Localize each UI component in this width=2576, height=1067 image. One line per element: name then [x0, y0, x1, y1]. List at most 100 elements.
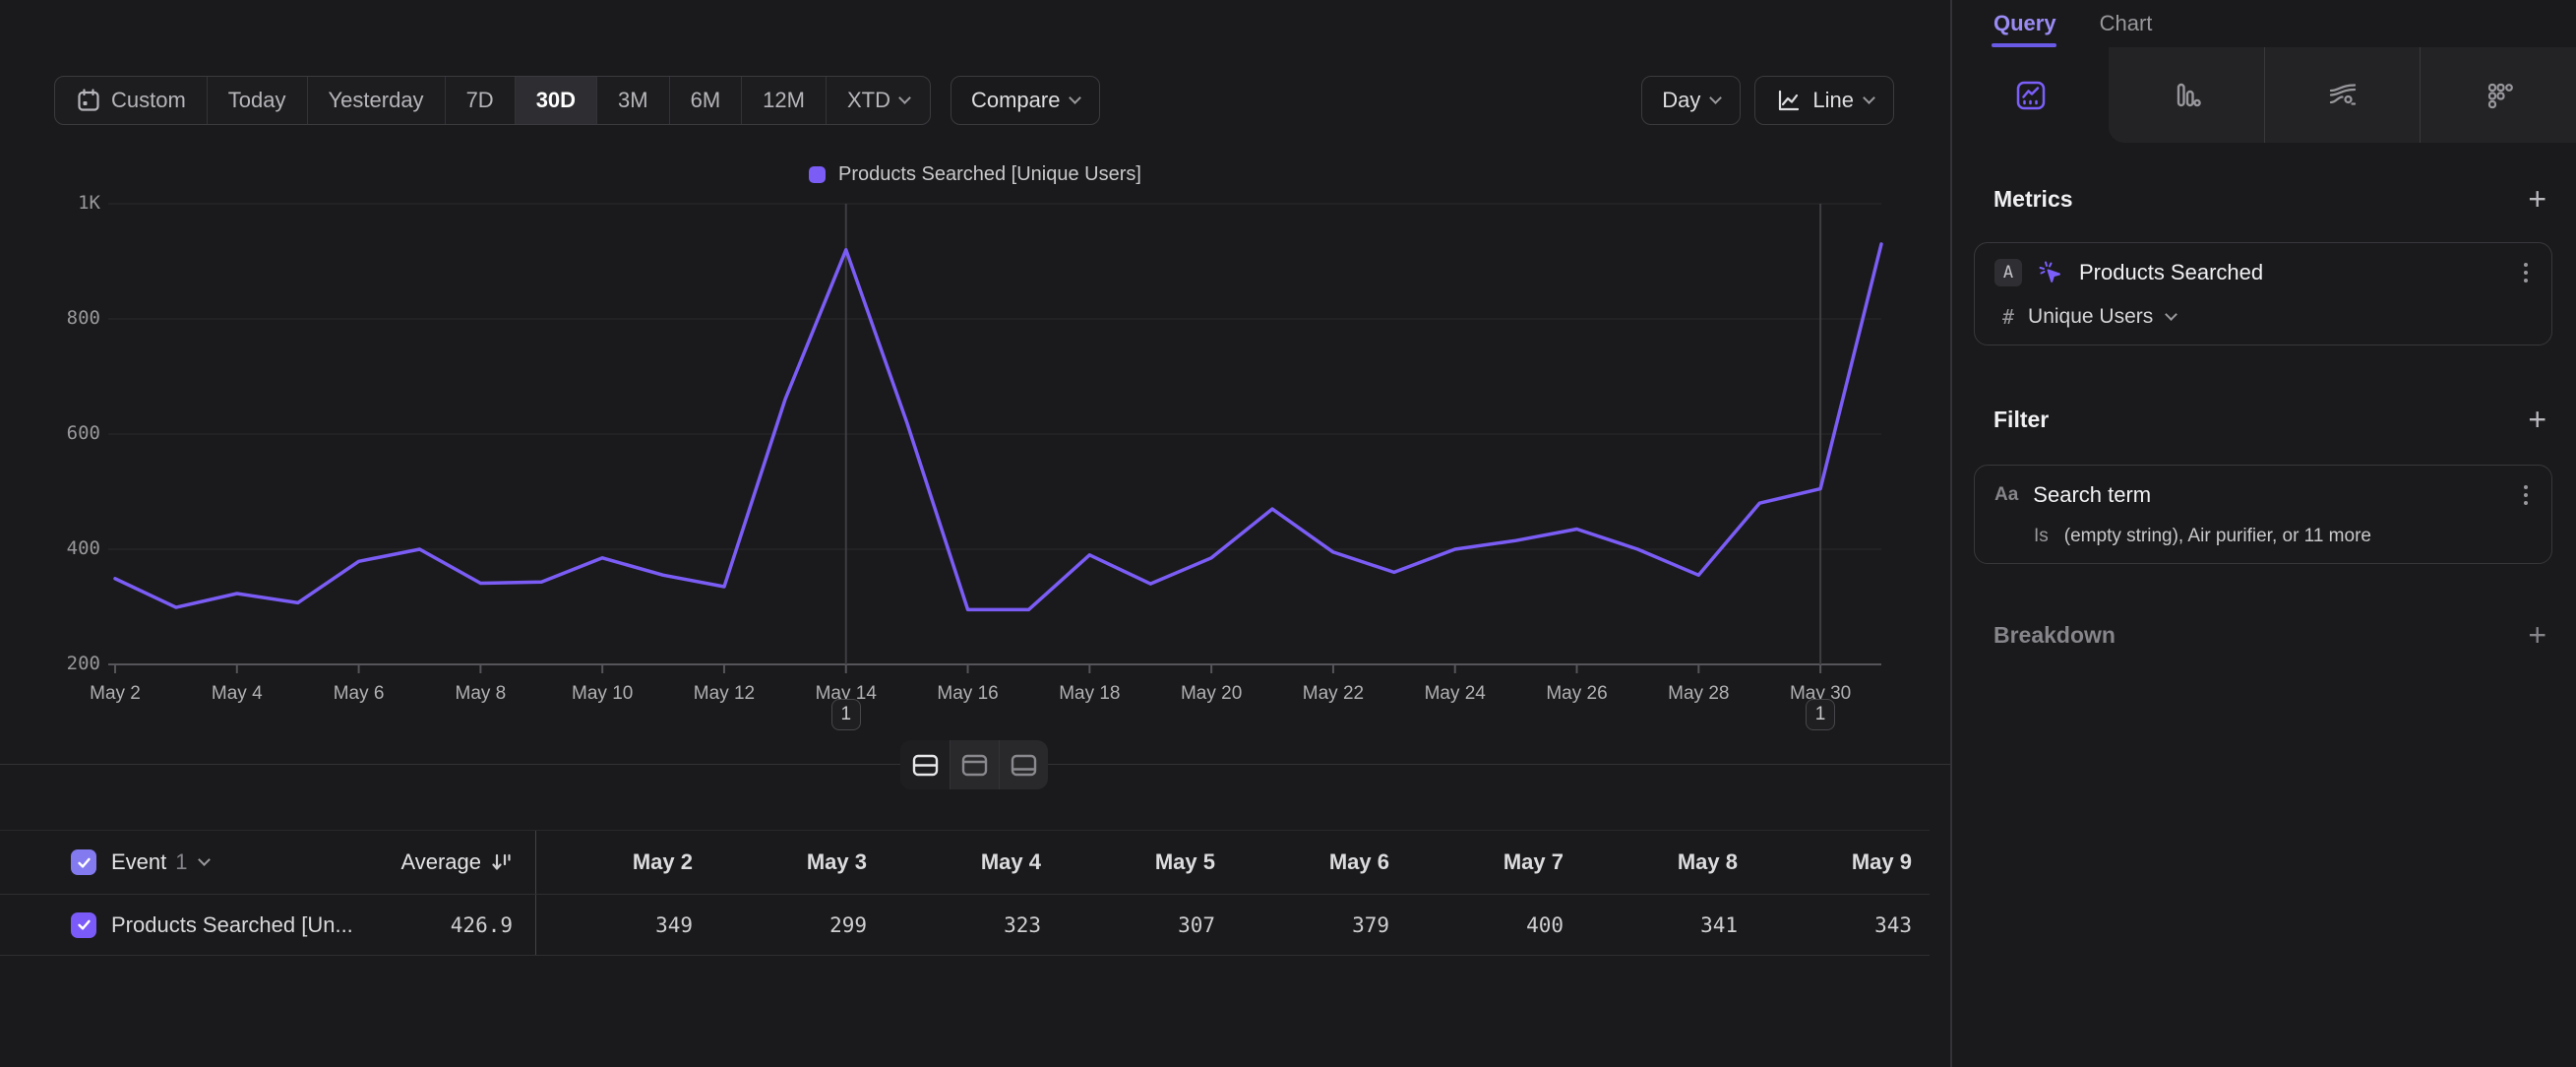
chart-type-bar-button[interactable] — [2109, 47, 2264, 143]
chart-legend[interactable]: Products Searched [Unique Users] — [0, 163, 1950, 186]
sort-descending-icon[interactable] — [491, 851, 513, 873]
metric-aggregation-row[interactable]: # Unique Users — [1994, 305, 2532, 329]
series-checkbox[interactable] — [71, 912, 96, 938]
x-axis-tick-label: May 24 — [1391, 683, 1519, 705]
breakdown-header: Breakdown + — [1993, 621, 2546, 649]
add-metric-button[interactable]: + — [2528, 185, 2546, 213]
y-axis-tick-label: 400 — [20, 537, 100, 559]
table-header-dates: May 2May 3May 4May 5May 6May 7May 8May 9 — [536, 831, 1930, 894]
chart-plot-svg[interactable] — [108, 204, 1881, 673]
y-axis-tick-label: 800 — [20, 307, 100, 329]
compare-label: Compare — [971, 88, 1060, 113]
date-column-header: May 9 — [1755, 849, 1930, 875]
chart-type-label: Line — [1812, 88, 1854, 113]
string-property-icon: Aa — [1994, 484, 2018, 506]
chart-type-strip — [1952, 47, 2576, 143]
tab-chart[interactable]: Chart — [2100, 11, 2153, 36]
range-custom[interactable]: Custom — [55, 77, 207, 124]
date-column-header: May 3 — [710, 849, 885, 875]
table-header-row: Event 1 Average May 2May 3May 4May 5May … — [0, 830, 1930, 895]
breakdown-table: Event 1 Average May 2May 3May 4May 5May … — [0, 830, 1930, 956]
chart-type-flow-button[interactable] — [2264, 47, 2421, 143]
metric-card[interactable]: A Products Searched # Unique Users — [1974, 242, 2552, 345]
x-axis-tick-label: May 26 — [1513, 683, 1641, 705]
range-label: Yesterday — [329, 88, 424, 113]
y-axis-tick-label: 600 — [20, 422, 100, 444]
x-axis-tick-label: May 6 — [295, 683, 423, 705]
chevron-down-icon — [898, 92, 911, 104]
flow-chart-icon — [2328, 81, 2358, 110]
series-label: Products Searched [Un... — [111, 912, 353, 938]
chevron-down-icon — [1710, 92, 1723, 104]
range-label: 6M — [691, 88, 721, 113]
range-label: Today — [228, 88, 286, 113]
layout-toggle-group — [900, 740, 1048, 789]
toolbar: Custom Today Yesterday 7D 30D 3M 6M 12MXTD Comp… — [54, 76, 1894, 125]
x-axis-tick-label: May 2 — [51, 683, 179, 705]
annotation-badge[interactable]: 1 — [831, 699, 861, 730]
range-12m[interactable]: 12M — [741, 77, 826, 124]
aggregation-label: Unique Users — [2028, 305, 2153, 329]
value-cell: 343 — [1755, 913, 1930, 937]
filter-card[interactable]: Aa Search term Is (empty string), Air pu… — [1974, 465, 2552, 564]
range-3m[interactable]: 3M — [596, 77, 669, 124]
x-axis-tick-label: May 8 — [416, 683, 544, 705]
query-panel: Query Chart — [1950, 0, 2576, 1067]
annotation-badge[interactable]: 1 — [1806, 699, 1835, 730]
chevron-down-icon — [2165, 308, 2177, 321]
range-30d[interactable]: 30D — [515, 77, 596, 124]
y-axis-tick-label: 1K — [20, 192, 100, 214]
date-column-header: May 2 — [536, 849, 710, 875]
x-axis-tick-label: May 28 — [1634, 683, 1762, 705]
bottom-view-icon — [1011, 754, 1037, 777]
layout-split-button[interactable] — [900, 740, 950, 789]
value-cell: 379 — [1233, 913, 1407, 937]
chevron-down-icon[interactable] — [198, 853, 211, 866]
split-view-icon — [912, 754, 939, 777]
x-axis-tick-label: May 12 — [660, 683, 788, 705]
range-yesterday[interactable]: Yesterday — [307, 77, 445, 124]
range-label: 30D — [536, 88, 576, 113]
filter-kebab-menu[interactable] — [2520, 481, 2532, 509]
compare-button[interactable]: Compare — [951, 76, 1100, 125]
date-column-header: May 7 — [1407, 849, 1581, 875]
calendar-icon — [76, 88, 101, 113]
chart-type-retention-button[interactable] — [2420, 47, 2576, 143]
chart-type-strip-inactive — [2109, 47, 2576, 143]
metric-letter-badge: A — [1994, 259, 2022, 286]
granularity-label: Day — [1662, 88, 1700, 113]
add-filter-button[interactable]: + — [2528, 406, 2546, 433]
chart-type-insights-button[interactable] — [1952, 47, 2109, 143]
range-today[interactable]: Today — [207, 77, 307, 124]
x-axis-tick-label: May 4 — [173, 683, 301, 705]
range-6m[interactable]: 6M — [669, 77, 742, 124]
layout-bottom-button[interactable] — [999, 740, 1048, 789]
filter-condition-row[interactable]: Is (empty string), Air purifier, or 11 m… — [1994, 526, 2532, 547]
add-breakdown-button[interactable]: + — [2528, 621, 2546, 649]
range-xtd[interactable]: XTD — [826, 77, 930, 124]
filter-value: (empty string), Air purifier, or 11 more — [2064, 526, 2371, 547]
select-all-checkbox[interactable] — [71, 849, 96, 875]
dots-grid-icon — [2484, 81, 2513, 110]
metric-name[interactable]: Products Searched — [2079, 260, 2263, 285]
chart-type-button[interactable]: Line — [1754, 76, 1894, 125]
filter-header: Filter + — [1993, 406, 2546, 433]
bar-chart-icon — [2172, 81, 2201, 110]
tab-query[interactable]: Query — [1993, 11, 2056, 36]
series-line — [115, 244, 1881, 610]
chevron-down-icon — [1863, 92, 1875, 104]
value-cell: 299 — [710, 913, 885, 937]
range-label: 3M — [618, 88, 648, 113]
layout-top-button[interactable] — [950, 740, 999, 789]
date-column-header: May 8 — [1581, 849, 1755, 875]
metric-kebab-menu[interactable] — [2520, 259, 2532, 286]
filter-property-name[interactable]: Search term — [2033, 482, 2151, 508]
filter-title: Filter — [1993, 407, 2049, 433]
event-count: 1 — [175, 849, 187, 875]
series-average-value: 426.9 — [451, 913, 513, 937]
range-7d[interactable]: 7D — [445, 77, 515, 124]
granularity-button[interactable]: Day — [1641, 76, 1741, 125]
line-chart-icon — [1775, 88, 1802, 114]
x-axis-tick-label: May 10 — [538, 683, 666, 705]
filter-operator: Is — [2034, 526, 2049, 547]
